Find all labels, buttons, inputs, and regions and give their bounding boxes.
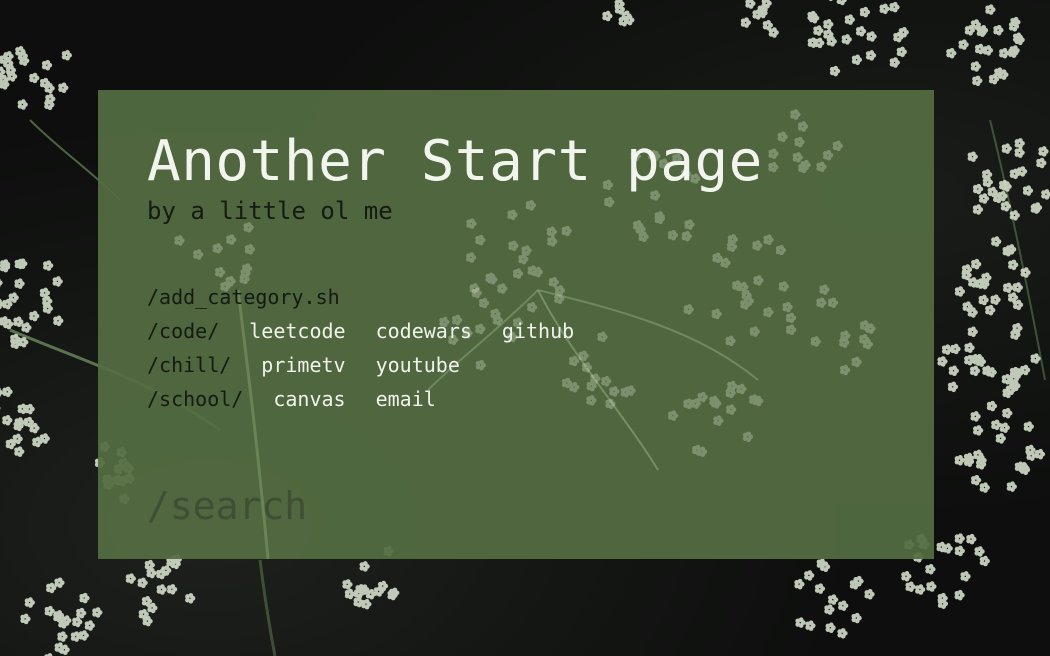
link-codewars[interactable]: codewars: [376, 314, 472, 348]
start-panel: Another Start page by a little ol me /ad…: [98, 90, 934, 559]
add-category-row: /add_category.sh: [147, 280, 914, 314]
category-row-code: /code/leetcode codewars github: [147, 314, 914, 348]
page-title: Another Start page: [147, 129, 763, 194]
category-label-school: /school/: [147, 387, 244, 411]
link-leetcode[interactable]: leetcode: [249, 314, 345, 348]
link-youtube[interactable]: youtube: [376, 348, 460, 382]
page-subtitle: by a little ol me: [147, 197, 393, 225]
category-label-code: /code/: [147, 319, 220, 343]
category-label-chill: /chill/: [147, 353, 232, 377]
link-email[interactable]: email: [376, 382, 436, 416]
search-input[interactable]: [147, 482, 647, 530]
category-row-chill: /chill/primetv youtube: [147, 348, 914, 382]
category-row-school: /school/canvas email: [147, 382, 914, 416]
link-github[interactable]: github: [502, 314, 574, 348]
link-menu: /add_category.sh /code/leetcode codewars g…: [147, 280, 914, 416]
add-category-link[interactable]: /add_category.sh: [147, 285, 340, 309]
link-primetv[interactable]: primetv: [261, 348, 345, 382]
link-canvas[interactable]: canvas: [273, 382, 345, 416]
panel-content: Another Start page by a little ol me /ad…: [147, 126, 914, 416]
